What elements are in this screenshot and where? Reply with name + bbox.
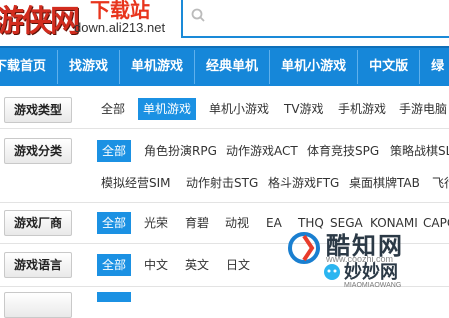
nav-item-single-player[interactable]: 单机游戏 — [120, 50, 196, 84]
filter-option[interactable]: 手游电脑 — [399, 98, 447, 120]
filter-row-category: 游戏分类 全部 角色扮演RPG 动作游戏ACT 体育竞技SPG 策略战棋SL 模… — [0, 137, 449, 197]
filter-option-selected[interactable]: 全部 — [97, 254, 132, 276]
nav-item-classic[interactable]: 经典单机 — [195, 50, 271, 84]
filter-option-selected[interactable]: 全部 — [97, 212, 132, 234]
filter-option-selected[interactable] — [97, 292, 131, 302]
filter-option[interactable]: 育碧 — [185, 212, 209, 234]
search-icon[interactable] — [191, 8, 205, 22]
filter-option[interactable]: TV游戏 — [284, 98, 324, 120]
filter-option[interactable]: 体育竞技SPG — [307, 140, 379, 162]
filter-option[interactable]: 光荣 — [144, 212, 168, 234]
divider — [0, 128, 449, 129]
filter-option[interactable]: EA — [266, 212, 282, 234]
filter-label-language: 游戏语言 — [4, 252, 72, 278]
filter-option[interactable]: 模拟经营SIM — [101, 172, 171, 194]
filter-label-type: 游戏类型 — [4, 97, 72, 123]
coozhi-logo-icon — [288, 232, 320, 264]
filter-label-maker: 游戏厂商 — [4, 210, 72, 236]
nav-item-chinese[interactable]: 中文版 — [358, 50, 421, 84]
filter-option[interactable]: 全部 — [101, 98, 125, 120]
filter-option[interactable]: 中文 — [144, 254, 168, 276]
filter-option[interactable]: 桌面棋牌TAB — [349, 172, 420, 194]
filter-option[interactable]: 单机小游戏 — [209, 98, 269, 120]
nav-item-green[interactable]: 绿 — [420, 50, 449, 84]
search-input[interactable] — [181, 0, 449, 38]
filter-option[interactable]: 动视 — [225, 212, 249, 234]
filter-option[interactable]: 飞行 — [432, 172, 449, 194]
nav-item-mini-games[interactable]: 单机小游戏 — [270, 50, 359, 84]
site-header: 游侠网 下载站 down.ali213.net — [0, 0, 449, 46]
filter-label-partial — [4, 292, 72, 318]
nav-item-find-games[interactable]: 找游戏 — [58, 50, 121, 84]
filter-option[interactable]: 角色扮演RPG — [144, 140, 217, 162]
watermark: 酷知网 www.coozhi.com 妙妙网 MIAOMIAOWANG — [284, 226, 449, 300]
miaomiao-logo-icon — [324, 264, 340, 280]
filter-option-selected[interactable]: 全部 — [97, 140, 132, 162]
filter-option[interactable]: 英文 — [185, 254, 209, 276]
filter-option[interactable]: 日文 — [226, 254, 250, 276]
filter-option-selected[interactable]: 单机游戏 — [138, 98, 197, 120]
filter-option[interactable]: 策略战棋SL — [390, 140, 449, 162]
filter-label-category: 游戏分类 — [4, 138, 72, 164]
filter-row-type: 游戏类型 全部 单机游戏 单机小游戏 TV游戏 手机游戏 手游电脑 — [0, 96, 449, 126]
filter-option[interactable]: 格斗游戏FTG — [268, 172, 339, 194]
main-nav: 下载首页 找游戏 单机游戏 经典单机 单机小游戏 中文版 绿 — [0, 46, 449, 86]
logo-url: down.ali213.net — [74, 20, 166, 35]
watermark-text-miaomiao: 妙妙网 — [344, 262, 398, 283]
nav-item-download-home[interactable]: 下载首页 — [0, 50, 59, 84]
filter-option[interactable]: 动作射击STG — [186, 172, 258, 194]
filter-option[interactable]: 动作游戏ACT — [226, 140, 298, 162]
site-logo[interactable]: 游侠网 — [0, 0, 80, 40]
divider — [0, 202, 449, 203]
filter-option[interactable]: 手机游戏 — [338, 98, 386, 120]
watermark-sub-miaomiao: MIAOMIAOWANG — [344, 282, 402, 289]
